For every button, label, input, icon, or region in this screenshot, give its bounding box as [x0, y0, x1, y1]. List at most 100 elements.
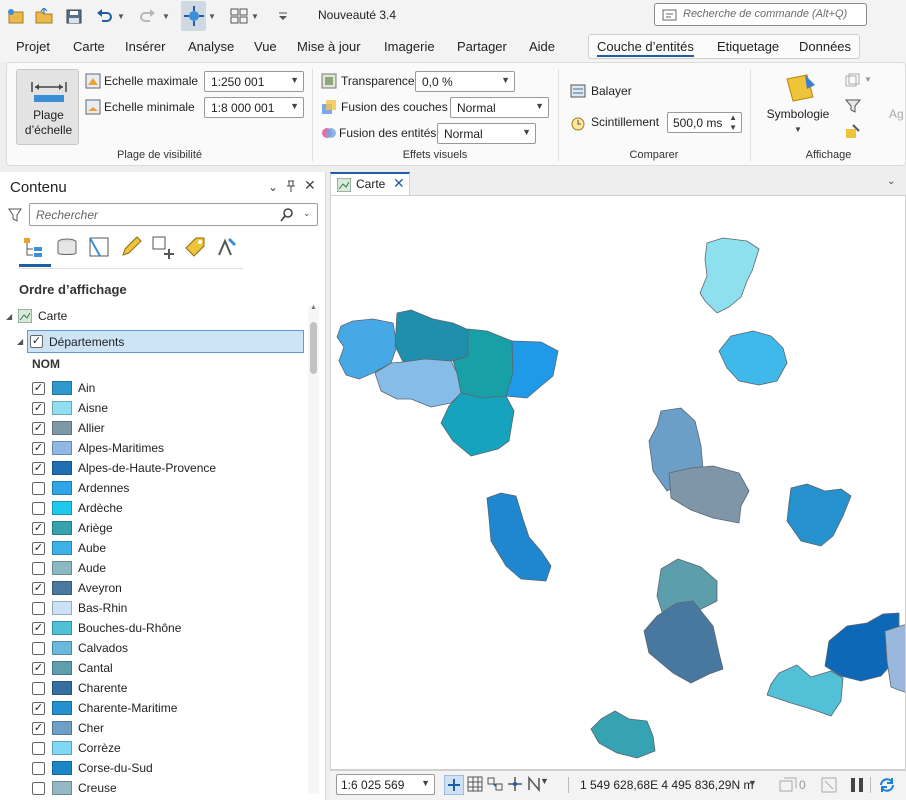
chevron-down-icon[interactable]: ⌄	[268, 180, 278, 194]
close-icon[interactable]: ✕	[393, 175, 405, 192]
legend-item-checkbox[interactable]: ✓	[32, 381, 45, 395]
legend-item-checkbox[interactable]	[32, 561, 45, 575]
legend-item-checkbox[interactable]	[32, 481, 45, 495]
tab-projet[interactable]: Projet	[16, 39, 50, 54]
close-icon[interactable]: ✕	[304, 177, 316, 194]
chevron-down-icon[interactable]: ▼	[864, 75, 872, 84]
snapping-icon[interactable]	[486, 776, 504, 792]
legend-item-checkbox[interactable]: ✓	[32, 421, 45, 435]
filter-icon[interactable]	[8, 207, 22, 223]
fixed-zoom-icon[interactable]	[444, 775, 464, 795]
legend-item[interactable]: Corrèze	[32, 738, 121, 758]
save-project-icon[interactable]	[64, 6, 84, 26]
layout-panes-icon[interactable]	[229, 6, 249, 26]
symbology-button[interactable]: Symbologie ▼	[763, 69, 833, 145]
tab-couche-entites[interactable]: Couche d’entités	[597, 39, 694, 57]
display-field-icon[interactable]	[845, 123, 861, 139]
transparency-combo[interactable]: 0,0 % ▼	[415, 71, 515, 92]
min-scale-combo[interactable]: 1:8 000 001 ▼	[204, 97, 304, 118]
tab-vue[interactable]: Vue	[254, 39, 277, 54]
legend-item-checkbox[interactable]: ✓	[32, 541, 45, 555]
legend-item[interactable]: ✓ Alpes-de-Haute-Provence	[32, 458, 216, 478]
undo-icon[interactable]	[94, 6, 114, 26]
legend-item[interactable]: ✓ Allier	[32, 418, 105, 438]
legend-item[interactable]: Corse-du-Sud	[32, 758, 153, 778]
legend-item-checkbox[interactable]: ✓	[32, 581, 45, 595]
legend-item[interactable]: Creuse	[32, 778, 117, 796]
customize-toolbar-icon[interactable]	[276, 6, 290, 26]
filter-icon[interactable]	[845, 98, 861, 114]
legend-item[interactable]: ✓ Aveyron	[32, 578, 122, 598]
legend-item-checkbox[interactable]: ✓	[32, 461, 45, 475]
tab-donnees[interactable]: Données	[799, 39, 851, 54]
expand-arrow-icon[interactable]: ◢	[17, 337, 23, 346]
flicker-spinner[interactable]: 500,0 ms ▲ ▼	[667, 112, 742, 133]
toc-layer-item[interactable]: ◢ ✓ Départements	[17, 330, 304, 353]
list-by-labeling-icon[interactable]	[183, 235, 209, 261]
chevron-down-icon[interactable]: ⌄	[887, 176, 895, 187]
list-by-drawing-order-icon[interactable]	[22, 235, 48, 261]
legend-item-checkbox[interactable]	[32, 781, 45, 795]
list-by-editing-icon[interactable]	[119, 235, 145, 261]
legend-item-checkbox[interactable]: ✓	[32, 441, 45, 455]
selected-features-icon[interactable]	[779, 777, 797, 793]
legend-item[interactable]: ✓ Ariège	[32, 518, 113, 538]
tab-partager[interactable]: Partager	[457, 39, 507, 54]
legend-item[interactable]: ✓ Alpes-Maritimes	[32, 438, 164, 458]
layout-dropdown-icon[interactable]: ▼	[250, 6, 260, 26]
map-scale-combo[interactable]: 1:6 025 569 ▼	[336, 774, 435, 795]
legend-item[interactable]: Aude	[32, 558, 106, 578]
search-icon[interactable]	[280, 208, 294, 222]
max-scale-combo[interactable]: 1:250 001 ▼	[204, 71, 304, 92]
legend-item[interactable]: ✓ Cher	[32, 718, 104, 738]
legend-item[interactable]: Bas-Rhin	[32, 598, 127, 618]
list-by-snapping-icon[interactable]	[151, 235, 177, 261]
scroll-up-icon[interactable]: ▲	[310, 304, 317, 311]
tab-analyse[interactable]: Analyse	[188, 39, 234, 54]
contents-scrollbar[interactable]: ▲	[308, 304, 319, 794]
toc-map-item[interactable]: ◢ Carte	[6, 306, 67, 326]
scale-lock-icon[interactable]	[821, 777, 837, 793]
list-by-source-icon[interactable]	[55, 235, 81, 261]
pause-icon[interactable]	[850, 777, 864, 793]
open-project-icon[interactable]	[34, 6, 54, 26]
legend-item[interactable]: Ardennes	[32, 478, 129, 498]
legend-item-checkbox[interactable]	[32, 501, 45, 515]
layer-blend-combo[interactable]: Normal ▼	[450, 97, 549, 118]
refresh-icon[interactable]	[878, 776, 896, 794]
legend-item[interactable]: Calvados	[32, 638, 128, 658]
legend-item-checkbox[interactable]: ✓	[32, 701, 45, 715]
legend-item[interactable]: ✓ Cantal	[32, 658, 113, 678]
legend-item[interactable]: ✓ Charente-Maritime	[32, 698, 177, 718]
spin-down-icon[interactable]: ▼	[729, 123, 737, 132]
legend-item-checkbox[interactable]	[32, 681, 45, 695]
legend-item[interactable]: ✓ Aisne	[32, 398, 108, 418]
swipe-button[interactable]: Balayer	[591, 84, 632, 98]
layer-visibility-checkbox[interactable]: ✓	[30, 335, 43, 348]
tab-imagerie[interactable]: Imagerie	[384, 39, 435, 54]
tab-mise-a-jour[interactable]: Mise à jour	[297, 39, 361, 54]
chevron-down-icon[interactable]: ▼	[748, 778, 757, 788]
legend-item-checkbox[interactable]	[32, 741, 45, 755]
contents-search-input[interactable]: Rechercher ⌄	[29, 203, 318, 226]
legend-item-checkbox[interactable]	[32, 761, 45, 775]
map-view-tab[interactable]: Carte ✕	[330, 172, 410, 195]
undo-dropdown-icon[interactable]: ▼	[116, 6, 126, 26]
legend-item-checkbox[interactable]: ✓	[32, 721, 45, 735]
command-search-input[interactable]: Recherche de commande (Alt+Q)	[654, 3, 867, 26]
pin-icon[interactable]	[286, 180, 296, 195]
legend-item-checkbox[interactable]: ✓	[32, 661, 45, 675]
list-by-perspective-icon[interactable]	[215, 235, 241, 261]
scrollbar-thumb[interactable]	[310, 322, 317, 374]
legend-item-checkbox[interactable]: ✓	[32, 401, 45, 415]
list-by-selection-icon[interactable]	[87, 235, 113, 261]
legend-item[interactable]: ✓ Ain	[32, 378, 95, 398]
new-project-icon[interactable]	[6, 6, 26, 26]
chevron-down-icon[interactable]: ⌄	[303, 208, 311, 219]
legend-item[interactable]: ✓ Bouches-du-Rhône	[32, 618, 181, 638]
spin-up-icon[interactable]: ▲	[729, 113, 737, 122]
explore-dropdown-icon[interactable]: ▼	[207, 6, 217, 26]
tab-carte[interactable]: Carte	[73, 39, 105, 54]
feature-blend-combo[interactable]: Normal ▼	[437, 123, 536, 144]
legend-item[interactable]: ✓ Aube	[32, 538, 106, 558]
